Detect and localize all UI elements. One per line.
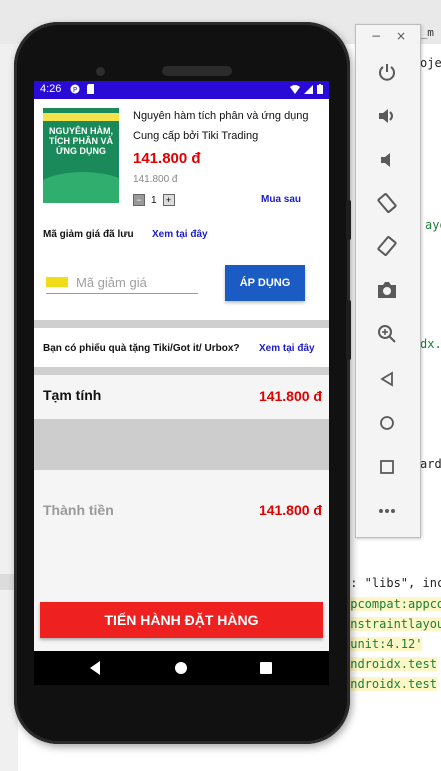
- saved-coupons-link[interactable]: Xem tại đây: [152, 229, 208, 240]
- zoom-icon[interactable]: [373, 320, 401, 348]
- status-bar: 4:26 P: [34, 81, 329, 99]
- sd-card-icon: [87, 84, 94, 94]
- section-divider: [34, 367, 329, 375]
- ide-code-line: ppcompat:appco: [343, 597, 441, 611]
- ide-code-line: dx.: [420, 337, 441, 351]
- place-order-button[interactable]: TIẾN HÀNH ĐẶT HÀNG: [40, 602, 323, 638]
- svg-text:P: P: [73, 86, 77, 94]
- section-divider: [34, 320, 329, 328]
- ide-code-line: androidx.test: [343, 677, 437, 691]
- more-icon[interactable]: [373, 497, 401, 525]
- back-icon[interactable]: [373, 365, 401, 393]
- minimize-button[interactable]: −: [371, 29, 381, 43]
- nav-recents-icon[interactable]: [260, 662, 272, 674]
- subtotal-label: Tạm tính: [43, 387, 102, 403]
- product-title[interactable]: Nguyên hàm tích phân và ứng dụng: [133, 110, 309, 122]
- app-screen: 4:26 P NGUYÊN HÀM, TÍCH PHÂN VÀ ỨNG DỤNG…: [34, 81, 329, 651]
- rotate-left-icon[interactable]: [373, 189, 401, 217]
- product-price: 141.800 đ: [133, 150, 201, 167]
- ide-code-line: ojec: [420, 56, 441, 70]
- battery-icon: [317, 84, 323, 94]
- saved-coupons-label: Mã giảm giá đã lưu: [43, 229, 134, 240]
- coupon-input[interactable]: [76, 272, 196, 292]
- gift-voucher-question: Bạn có phiếu quà tặng Tiki/Got it/ Urbox…: [43, 343, 240, 354]
- buy-later-link[interactable]: Mua sau: [261, 194, 301, 205]
- total-value: 141.800 đ: [258, 502, 322, 518]
- ide-code-line: ard: [420, 457, 441, 471]
- book-cover-image[interactable]: NGUYÊN HÀM, TÍCH PHÂN VÀ ỨNG DỤNG: [43, 108, 119, 203]
- quantity-stepper: − 1 +: [133, 194, 175, 206]
- close-button[interactable]: ×: [396, 29, 406, 43]
- home-icon[interactable]: [373, 409, 401, 437]
- volume-up-icon[interactable]: [373, 102, 401, 130]
- emulator-toolbar: − ×: [355, 24, 421, 538]
- status-time: 4:26: [40, 83, 62, 95]
- subtotal-value: 141.800 đ: [258, 388, 322, 404]
- decrease-quantity-button[interactable]: −: [133, 194, 145, 206]
- ide-code-line: junit:4.12': [343, 637, 423, 651]
- book-cover-band: [43, 113, 119, 121]
- wifi-icon: [290, 84, 300, 94]
- ide-code-line: onstraintlayou: [343, 617, 441, 631]
- rotate-right-icon[interactable]: [373, 232, 401, 260]
- ide-code-line: androidx.test: [343, 657, 437, 671]
- apply-coupon-button[interactable]: ÁP DỤNG: [225, 265, 305, 301]
- volume-side-button: [346, 200, 351, 240]
- signal-icon: [304, 84, 313, 94]
- notification-icon: P: [70, 84, 80, 94]
- speaker-grille: [162, 66, 232, 76]
- quantity-value: 1: [151, 194, 157, 206]
- coupon-tag-icon: [46, 277, 68, 287]
- product-old-price: 141.800 đ: [133, 174, 178, 185]
- total-label: Thành tiền: [43, 502, 114, 518]
- gift-voucher-link[interactable]: Xem tại đây: [259, 343, 315, 354]
- book-cover-art: [43, 172, 119, 203]
- book-cover-title: NGUYÊN HÀM, TÍCH PHÂN VÀ ỨNG DỤNG: [48, 126, 113, 156]
- nav-back-icon[interactable]: [90, 661, 100, 675]
- emulator-toolbar-header: − ×: [356, 25, 420, 49]
- ide-code-line: ayo: [425, 218, 441, 232]
- overview-icon[interactable]: [373, 453, 401, 481]
- power-icon[interactable]: [373, 58, 401, 86]
- nav-home-icon[interactable]: [175, 662, 187, 674]
- camera-icon[interactable]: [373, 276, 401, 304]
- coupon-field: [46, 271, 198, 294]
- ide-code-line: r: "libs", inc: [343, 576, 441, 590]
- volume-down-icon[interactable]: [373, 146, 401, 174]
- camera-dot: [96, 67, 105, 76]
- increase-quantity-button[interactable]: +: [162, 194, 175, 206]
- summary-spacer: [34, 419, 329, 470]
- power-side-button: [346, 300, 351, 360]
- android-nav-bar: [34, 651, 329, 685]
- product-seller: Cung cấp bởi Tiki Trading: [133, 130, 259, 142]
